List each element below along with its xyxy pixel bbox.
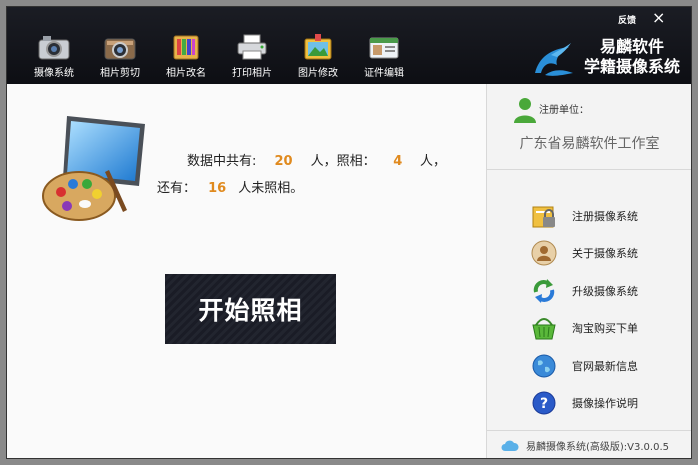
brand-line2: 学籍摄像系统 (583, 57, 680, 76)
shopping-basket-icon (532, 318, 556, 340)
toolbar-label: 打印相片 (232, 68, 272, 79)
camera-icon (38, 36, 70, 60)
toolbar-label: 摄像系统 (34, 68, 74, 79)
registration-info: 注册单位： 广东省易麟软件工作室 (487, 84, 691, 170)
toolbar-photo-rename[interactable]: 相片改名 (153, 33, 219, 83)
stats-remaining-prefix: 还有： (157, 181, 197, 196)
registration-label: 注册单位： (539, 105, 589, 116)
menu-label: 升级摄像系统 (572, 284, 638, 298)
toolbar-print-photo[interactable]: 打印相片 (219, 33, 285, 83)
upgrade-arrows-icon (533, 278, 555, 303)
brand-line1: 易麟软件 (599, 37, 664, 56)
help-icon: ? (532, 391, 556, 415)
stats-mid2: 人， (419, 154, 446, 169)
close-button[interactable]: × (652, 8, 665, 27)
about-person-icon (531, 240, 557, 266)
registration-value: 广东省易麟软件工作室 (519, 136, 660, 152)
start-photo-button[interactable]: 开始照相 (165, 274, 336, 344)
printer-icon (237, 34, 267, 60)
image-edit-icon (304, 34, 332, 60)
feedback-link[interactable]: 反馈 (618, 13, 636, 26)
menu-upgrade-system[interactable]: 升级摄像系统 (531, 272, 638, 310)
version-text: 易麟摄像系统(高级版):V3.0.0.5 (526, 442, 669, 453)
brand: 易麟软件 学籍摄像系统 (529, 35, 689, 81)
toolbar: 摄像系统 相片剪切 相片改名 打印相片 图片修改 证件编辑 (21, 33, 417, 83)
stats-line-1: 数据中共有: 20 人，照相： 4 人， (157, 148, 446, 175)
menu-operation-help[interactable]: ? 摄像操作说明 (531, 385, 638, 423)
dragon-logo-icon (535, 43, 573, 76)
stats-line-2: 还有： 16 人未照相。 (157, 175, 446, 202)
stats-not-photographed-count: 16 (208, 181, 227, 196)
menu-label: 关于摄像系统 (572, 247, 638, 261)
globe-icon (532, 354, 556, 378)
toolbar-photo-crop[interactable]: 相片剪切 (87, 33, 153, 83)
menu-register-system[interactable]: 注册摄像系统 (531, 197, 638, 235)
toolbar-label: 相片改名 (166, 68, 206, 79)
register-lock-icon (532, 206, 555, 228)
stats-total-prefix: 数据中共有: (187, 154, 257, 169)
brand-name: 易麟软件 学籍摄像系统 (577, 37, 687, 77)
menu-label: 官网最新信息 (572, 359, 638, 373)
photo-camera-crop-icon (104, 38, 136, 60)
menu-taobao-buy[interactable]: 淘宝购买下单 (531, 310, 638, 348)
files-rename-icon (173, 35, 199, 60)
toolbar-label: 图片修改 (298, 68, 338, 79)
side-panel: 注册单位： 广东省易麟软件工作室 注册摄像系统 关于摄像系统 升级摄像系统 淘宝… (486, 84, 691, 458)
menu-website-news[interactable]: 官网最新信息 (531, 347, 638, 385)
app-window: 反馈 × 摄像系统 相片剪切 相片改名 打印相片 图片修改 证件编辑 易麟软件 … (6, 6, 692, 459)
monitor-palette-icon (42, 116, 145, 221)
stats-photographed-count: 4 (393, 154, 403, 169)
svg-text:?: ? (540, 396, 548, 412)
toolbar-label: 相片剪切 (100, 68, 140, 79)
toolbar-image-edit[interactable]: 图片修改 (285, 33, 351, 83)
toolbar-label: 证件编辑 (364, 68, 404, 79)
user-icon (514, 98, 536, 123)
menu-label: 淘宝购买下单 (572, 322, 638, 336)
menu-label: 摄像操作说明 (572, 397, 638, 411)
main-panel: 数据中共有: 20 人，照相： 4 人， 还有： 16 人未照相。 开始照相 (7, 84, 485, 458)
side-menu: 注册摄像系统 关于摄像系统 升级摄像系统 淘宝购买下单 官网最新信息 ? 摄像操… (531, 197, 638, 422)
stats-total-count: 20 (274, 154, 293, 169)
stats-mid1: 人，照相： (310, 154, 376, 169)
stats-remaining-suffix: 人未照相。 (238, 181, 304, 196)
menu-about-system[interactable]: 关于摄像系统 (531, 235, 638, 273)
id-card-icon (369, 37, 399, 59)
toolbar-id-card-edit[interactable]: 证件编辑 (351, 33, 417, 83)
photo-stats: 数据中共有: 20 人，照相： 4 人， 还有： 16 人未照相。 (157, 148, 446, 202)
menu-label: 注册摄像系统 (572, 209, 638, 223)
header-bar: 反馈 × 摄像系统 相片剪切 相片改名 打印相片 图片修改 证件编辑 易麟软件 … (7, 7, 691, 84)
toolbar-camera-system[interactable]: 摄像系统 (21, 33, 87, 83)
cloud-icon (501, 440, 519, 451)
version-footer: 易麟摄像系统(高级版):V3.0.0.5 (487, 430, 691, 458)
